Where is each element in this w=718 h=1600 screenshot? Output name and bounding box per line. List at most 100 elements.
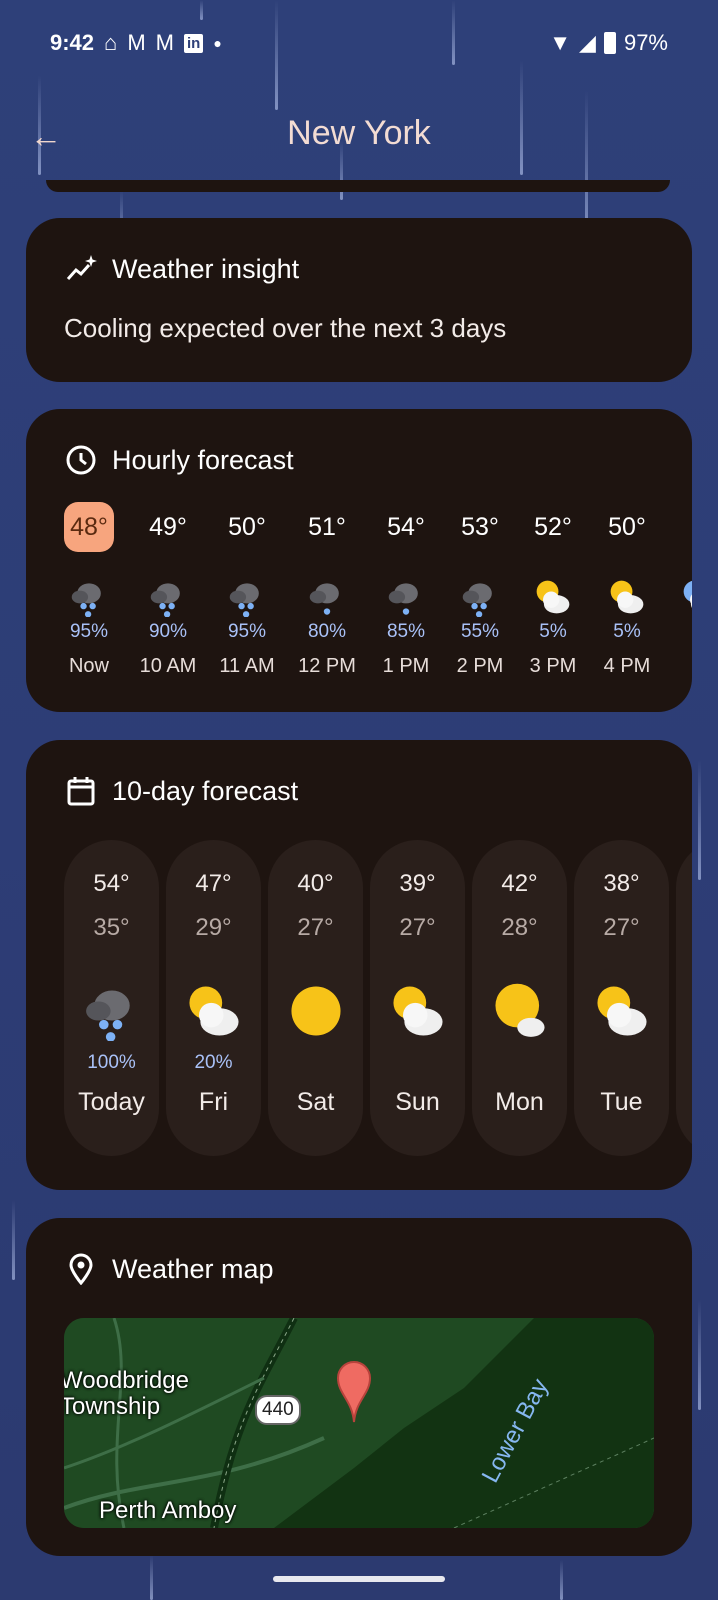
card-title: Weather map (112, 1253, 274, 1284)
hour-label: 1 PM (382, 655, 430, 677)
insight-text: Cooling expected over the next 3 days (64, 313, 507, 343)
hour-label: 4 PM (603, 655, 651, 677)
hour-temp: 51° (308, 513, 346, 541)
hour-temp: 54° (387, 513, 425, 541)
home-icon: ⌂ (104, 30, 118, 55)
weather-map[interactable]: Woodbridge Township 440 Perth Amboy Lowe… (64, 1318, 654, 1528)
day-item[interactable]: 47° 29° 20% Fri (166, 840, 261, 1156)
day-low: 28° (501, 914, 538, 941)
hour-temp: 53° (461, 513, 499, 541)
hour-precip: 85% (386, 621, 426, 642)
rain-weather-icon (462, 583, 492, 617)
gmail-icon: M (155, 30, 174, 55)
hour-label: 12 PM (298, 655, 356, 677)
day-high: 42° (501, 870, 538, 897)
hour-label: 5 (660, 655, 692, 678)
day-label: Mon (495, 1088, 544, 1116)
hourly-item[interactable]: 50° 95% 11 AM (207, 505, 287, 678)
hour-label: 3 PM (529, 655, 577, 677)
hourly-item[interactable]: 54° 85% 1 PM (366, 505, 446, 678)
partly-cloudy-weather-icon (392, 986, 443, 1036)
card-title: Weather insight (112, 253, 300, 284)
hour-precip: 80% (307, 621, 347, 642)
day-item[interactable]: 39° 27° Sun (370, 840, 465, 1156)
day-label: Sat (296, 1088, 335, 1116)
hour-precip: 95% (227, 621, 267, 642)
hour-label: 11 AM (219, 655, 275, 677)
weather-insight-card[interactable]: Weather insight Cooling expected over th… (26, 218, 692, 382)
mostly-sunny-weather-icon (494, 983, 545, 1037)
hour-precip: 95% (69, 621, 109, 642)
hour-temp: 48° (70, 513, 108, 541)
hour-temp: 50° (608, 513, 646, 541)
card-title: 10-day forecast (112, 775, 299, 806)
day-high: 47° (195, 870, 232, 897)
rain-weather-icon (150, 583, 180, 617)
day-precip (574, 1052, 669, 1076)
day-label: Tue (600, 1088, 643, 1116)
ten-day-forecast-card[interactable]: 10-day forecast 54° 35° 100% Today 47° 29° 20%… (26, 740, 692, 1190)
day-precip: 100% (87, 1052, 136, 1073)
sunny-weather-icon (290, 986, 341, 1036)
day-label: Today (78, 1088, 145, 1116)
hour-precip: 90% (148, 621, 188, 642)
rain-weather-icon (71, 583, 101, 617)
battery-icon (603, 32, 616, 54)
map-label-woodbridge: Woodbridge Township (64, 1367, 189, 1420)
top-app-bar: ← New York (0, 110, 718, 160)
day-item[interactable] (676, 840, 692, 1156)
partly-cloudy-weather-icon (596, 986, 647, 1036)
clock-time: 9:42 (50, 30, 95, 55)
drizzle-weather-icon (309, 583, 339, 615)
hourly-list[interactable]: 48° 95% Now 49° 90% 10 AM 50° 95% 11 AM 51° 80% 12 … (26, 502, 692, 685)
hour-precip: 5% (539, 621, 567, 642)
hour-label: 10 AM (139, 655, 197, 677)
status-bar: 9:42 ⌂ M M in ● ▼ ◢ 97% (50, 28, 668, 58)
hourly-item[interactable]: 53° 55% 2 PM (440, 505, 520, 678)
hourly-item[interactable]: 49° 90% 10 AM (128, 505, 208, 678)
hour-precip: 5 (660, 621, 692, 643)
day-high: 38° (603, 870, 640, 897)
day-high: 40° (297, 870, 334, 897)
hour-precip: 55% (460, 621, 500, 642)
weather-map-card[interactable]: Weather map Woodbridge Township 440 Pert… (26, 1218, 692, 1556)
day-item[interactable]: 38° 27° Tue (574, 840, 669, 1156)
battery-percent: 97% (623, 30, 668, 55)
hour-temp: 4 (660, 505, 692, 549)
drizzle-weather-icon (388, 583, 418, 615)
calendar-icon (64, 774, 98, 808)
hourly-item[interactable]: 51° 80% 12 PM (287, 505, 367, 678)
day-item[interactable]: 40° 27° Sat (268, 840, 363, 1156)
hour-label: Now (68, 655, 109, 677)
day-label: Fri (198, 1088, 229, 1116)
day-low: 29° (195, 914, 232, 941)
hourly-item[interactable]: 4 5 5 (660, 505, 692, 678)
day-precip: 20% (194, 1052, 233, 1073)
partly-cloudy-weather-icon (610, 580, 644, 614)
signal-icon: ◢ (579, 30, 596, 55)
day-item[interactable]: 54° 35° 100% Today (64, 840, 159, 1156)
partly-cloudy-weather-icon (536, 580, 570, 614)
day-item[interactable]: 42° 28° Mon (472, 840, 567, 1156)
page-title: New York (287, 114, 431, 152)
partly-cloudy-weather-icon (188, 986, 239, 1036)
day-label: Sun (395, 1088, 440, 1116)
hourly-item[interactable]: 50° 5% 4 PM (587, 505, 667, 678)
map-pin-icon[interactable] (336, 1360, 372, 1424)
hour-temp: 49° (149, 513, 187, 541)
hourly-item[interactable]: 48° 95% Now (49, 502, 129, 678)
home-gesture-bar[interactable] (273, 1576, 445, 1582)
day-low: 35° (93, 914, 130, 941)
day-high: 39° (399, 870, 436, 897)
hour-temp: 50° (228, 513, 266, 541)
location-pin-icon (64, 1252, 98, 1286)
dot-icon: ● (213, 35, 222, 51)
hourly-forecast-card[interactable]: Hourly forecast 48° 95% Now 49° 90% 10 AM 50° 9… (26, 409, 692, 712)
route-440-badge: 440 (255, 1395, 301, 1425)
card-title: Hourly forecast (112, 444, 294, 475)
hour-precip: 5% (613, 621, 641, 642)
wifi-icon: ▼ (549, 30, 572, 55)
hourly-item[interactable]: 52° 5% 3 PM (513, 505, 593, 678)
hour-label: 2 PM (456, 655, 504, 677)
day-precip (268, 1052, 363, 1076)
